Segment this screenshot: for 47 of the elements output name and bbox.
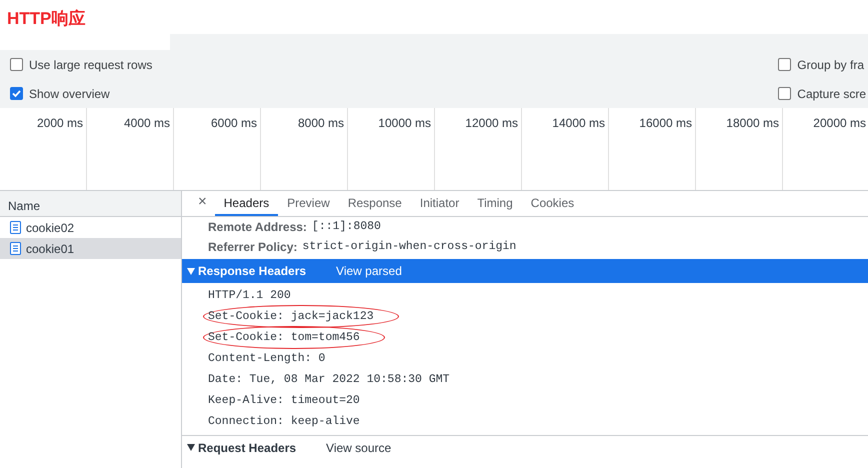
tick-label: 2000 ms bbox=[36, 116, 83, 130]
header-line: Connection: keep-alive bbox=[208, 414, 360, 430]
tick-label: 18000 ms bbox=[726, 116, 779, 130]
header-line: Keep-Alive: timeout=20 bbox=[208, 392, 360, 409]
tab[interactable]: Cookies bbox=[522, 191, 584, 216]
expand-icon[interactable] bbox=[187, 444, 195, 451]
close-button[interactable]: × bbox=[190, 191, 215, 216]
checkbox-label: Capture scre bbox=[797, 86, 866, 102]
section-header[interactable]: Response Headers View parsed bbox=[182, 259, 868, 283]
header-line: Content-Length: 0 bbox=[208, 350, 326, 367]
section-header[interactable]: Request Headers View source bbox=[182, 435, 868, 459]
tab[interactable]: Initiator bbox=[410, 191, 468, 216]
tab[interactable]: Response bbox=[338, 191, 411, 216]
section-title: Response Headers bbox=[198, 263, 306, 280]
tick-label: 16000 ms bbox=[639, 116, 692, 130]
tick-label: 6000 ms bbox=[210, 116, 257, 130]
tick-label: 12000 ms bbox=[465, 116, 518, 130]
section-title: Request Headers bbox=[198, 440, 296, 456]
document-icon bbox=[10, 242, 21, 255]
tick-label: 8000 ms bbox=[298, 116, 344, 130]
tick-label: 10000 ms bbox=[378, 116, 431, 130]
checkbox-label: Show overview bbox=[29, 86, 110, 102]
tab[interactable]: Headers bbox=[214, 191, 278, 216]
tick-label: 4000 ms bbox=[124, 116, 170, 130]
header-value: strict-origin-when-cross-origin bbox=[302, 239, 516, 256]
header-value: [::1]:8080 bbox=[312, 219, 381, 236]
tab[interactable]: Timing bbox=[468, 191, 522, 216]
tab[interactable]: Preview bbox=[278, 191, 339, 216]
header-name: Remote Address: bbox=[208, 219, 307, 236]
tick-label: 20000 ms bbox=[813, 116, 866, 130]
document-icon bbox=[10, 221, 21, 234]
view-link[interactable]: View source bbox=[326, 438, 392, 456]
view-link[interactable]: View parsed bbox=[336, 262, 402, 280]
checkbox-label: Use large request rows bbox=[29, 56, 152, 74]
tick-label: 14000 ms bbox=[552, 116, 605, 130]
header-line: Date: Tue, 08 Mar 2022 10:58:30 GMT bbox=[208, 372, 450, 388]
page-title: HTTP响应 bbox=[6, 8, 86, 30]
request-row[interactable]: cookie01 bbox=[0, 238, 181, 259]
checkbox[interactable] bbox=[10, 58, 23, 71]
checkbox[interactable] bbox=[778, 58, 792, 71]
checkbox[interactable] bbox=[778, 87, 792, 100]
checkbox-label: Group by fra bbox=[797, 56, 864, 74]
column-header: Name bbox=[0, 191, 181, 217]
header-line: HTTP/1.1 200 bbox=[208, 288, 291, 304]
request-row[interactable]: cookie02 bbox=[0, 217, 181, 238]
checkbox[interactable] bbox=[10, 87, 23, 100]
header-name: Referrer Policy: bbox=[208, 239, 298, 256]
